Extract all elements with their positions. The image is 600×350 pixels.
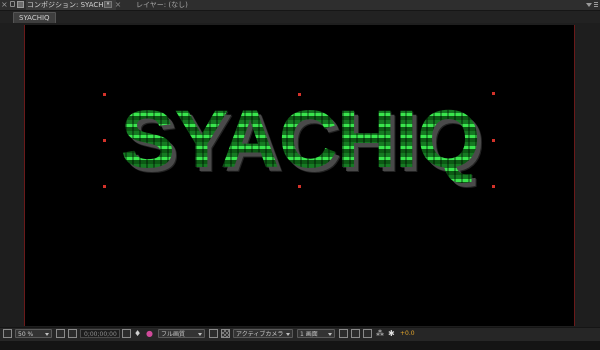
- tab-layer-label: レイヤー: (なし): [136, 1, 188, 9]
- panel-menu-icon[interactable]: [594, 2, 598, 8]
- transparency-grid-icon[interactable]: [221, 329, 230, 338]
- chevron-down-icon: [328, 333, 332, 336]
- breadcrumb: [0, 11, 600, 23]
- region-of-interest-icon[interactable]: [209, 329, 218, 338]
- show-snapshot-icon[interactable]: ♦: [134, 329, 143, 338]
- toggle-pixel-aspect-icon[interactable]: [339, 329, 348, 338]
- timecode-value: 0;00;00;00: [84, 331, 117, 338]
- selection-handle[interactable]: [103, 139, 106, 142]
- color-channels-icon[interactable]: ●: [146, 329, 155, 338]
- composition-icon: [17, 1, 24, 8]
- exposure-value[interactable]: +0.0: [400, 329, 420, 338]
- chevron-down-icon: [45, 333, 49, 336]
- chevron-down-icon[interactable]: ▾: [104, 1, 112, 8]
- camera-value: アクティブカメラ: [236, 331, 284, 338]
- tab-composition[interactable]: コンポジション: SYACHIQ ▾: [26, 0, 116, 10]
- chevron-down-icon: [198, 333, 202, 336]
- fast-previews-icon[interactable]: [351, 329, 360, 338]
- timecode-field[interactable]: 0;00;00;00: [80, 329, 120, 338]
- mask-visibility-icon[interactable]: [68, 329, 77, 338]
- flowchart-icon[interactable]: ⁂: [376, 329, 385, 338]
- timeline-icon[interactable]: [363, 329, 372, 338]
- tab-composition-label: コンポジション: SYACHIQ: [27, 1, 112, 9]
- magnification-value: 50 %: [18, 331, 34, 338]
- always-preview-icon[interactable]: [3, 329, 12, 338]
- selection-handle[interactable]: [103, 93, 106, 96]
- chevron-down-icon: [286, 333, 290, 336]
- selection-handle[interactable]: [103, 185, 106, 188]
- composition-text-layer[interactable]: SYACHIQ: [104, 94, 496, 186]
- selection-handle[interactable]: [298, 185, 301, 188]
- panel-tab-bar: × コンポジション: SYACHIQ ▾ × レイヤー: (なし): [0, 0, 600, 11]
- view-layout-value: 1 画面: [300, 331, 318, 338]
- selection-handle[interactable]: [492, 185, 495, 188]
- resolution-value: フル画質: [161, 331, 186, 338]
- resolution-dropdown[interactable]: フル画質: [158, 329, 205, 338]
- exposure-reset-icon[interactable]: ✱: [388, 329, 397, 338]
- camera-dropdown[interactable]: アクティブカメラ: [233, 329, 293, 338]
- camera-snapshot-icon[interactable]: [122, 329, 131, 338]
- close-tab-icon[interactable]: ×: [114, 0, 122, 10]
- selection-handle[interactable]: [298, 93, 301, 96]
- panel-menu-arrow-icon[interactable]: [586, 3, 592, 7]
- panel-bottom-edge: [0, 341, 600, 350]
- lock-icon[interactable]: [10, 1, 15, 7]
- selection-handle[interactable]: [492, 92, 495, 95]
- grid-overlay-icon[interactable]: [56, 329, 65, 338]
- tab-layer[interactable]: レイヤー: (なし): [136, 0, 188, 10]
- close-panel-icon[interactable]: ×: [1, 0, 8, 9]
- view-layout-dropdown[interactable]: 1 画面: [297, 329, 335, 338]
- magnification-dropdown[interactable]: 50 %: [15, 329, 52, 338]
- breadcrumb-comp-label: SYACHIQ: [19, 14, 50, 22]
- selection-handle[interactable]: [492, 139, 495, 142]
